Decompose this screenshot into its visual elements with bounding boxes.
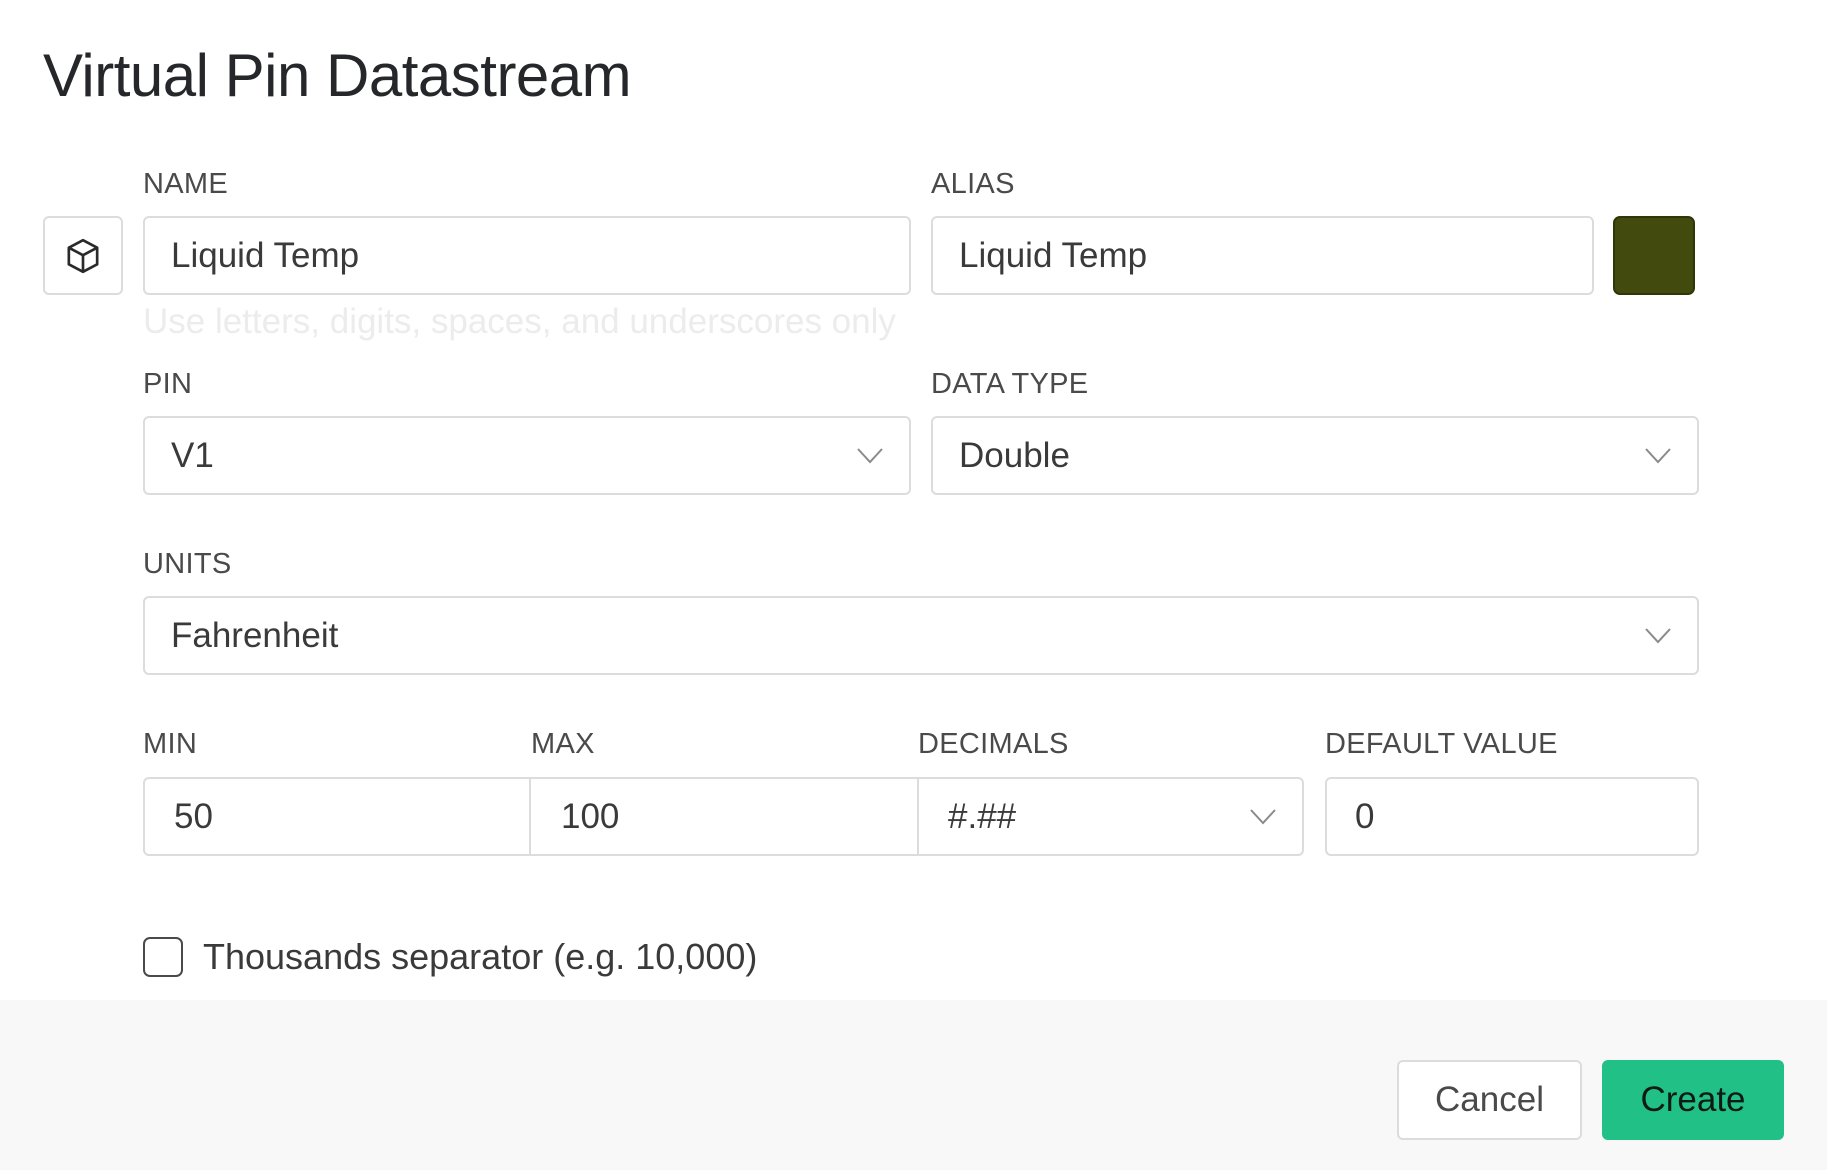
min-input[interactable]: 50 (143, 777, 531, 856)
data-type-select[interactable]: Double (931, 416, 1699, 495)
pin-label: PIN (143, 368, 193, 400)
alias-input-value: Liquid Temp (959, 235, 1148, 275)
chevron-down-icon (1645, 447, 1671, 463)
default-value-label: DEFAULT VALUE (1325, 728, 1558, 760)
alias-label: ALIAS (931, 168, 1015, 200)
cancel-button[interactable]: Cancel (1397, 1060, 1582, 1140)
name-hint: Use letters, digits, spaces, and undersc… (143, 302, 896, 341)
max-label: MAX (531, 728, 595, 760)
max-input-value: 100 (561, 796, 620, 836)
max-input[interactable]: 100 (529, 777, 919, 856)
name-label: NAME (143, 168, 228, 200)
units-select-value: Fahrenheit (171, 615, 339, 655)
chevron-down-icon (857, 447, 883, 463)
alias-input[interactable]: Liquid Temp (931, 216, 1594, 295)
data-type-label: DATA TYPE (931, 368, 1089, 400)
datastream-dialog: Virtual Pin Datastream NAME ALIAS Liquid… (0, 0, 1827, 1170)
cube-icon (67, 238, 99, 273)
default-value-input[interactable]: 0 (1325, 777, 1699, 856)
datastream-icon-picker[interactable] (43, 216, 123, 295)
thousands-separator-label[interactable]: Thousands separator (e.g. 10,000) (203, 936, 757, 978)
decimals-select-value: #.## (948, 796, 1017, 836)
chevron-down-icon (1250, 808, 1276, 824)
dialog-title: Virtual Pin Datastream (43, 42, 632, 109)
data-type-select-value: Double (959, 435, 1070, 475)
pin-select[interactable]: V1 (143, 416, 911, 495)
thousands-separator-checkbox[interactable] (143, 937, 183, 977)
name-input-value: Liquid Temp (171, 235, 360, 275)
min-label: MIN (143, 728, 198, 760)
color-swatch[interactable] (1613, 216, 1695, 295)
decimals-label: DECIMALS (918, 728, 1069, 760)
min-input-value: 50 (174, 796, 213, 836)
create-button[interactable]: Create (1602, 1060, 1784, 1140)
units-label: UNITS (143, 548, 232, 580)
units-select[interactable]: Fahrenheit (143, 596, 1699, 675)
default-value-input-value: 0 (1355, 796, 1375, 836)
chevron-down-icon (1645, 627, 1671, 643)
name-input[interactable]: Liquid Temp (143, 216, 911, 295)
decimals-select[interactable]: #.## (917, 777, 1304, 856)
pin-select-value: V1 (171, 435, 214, 475)
